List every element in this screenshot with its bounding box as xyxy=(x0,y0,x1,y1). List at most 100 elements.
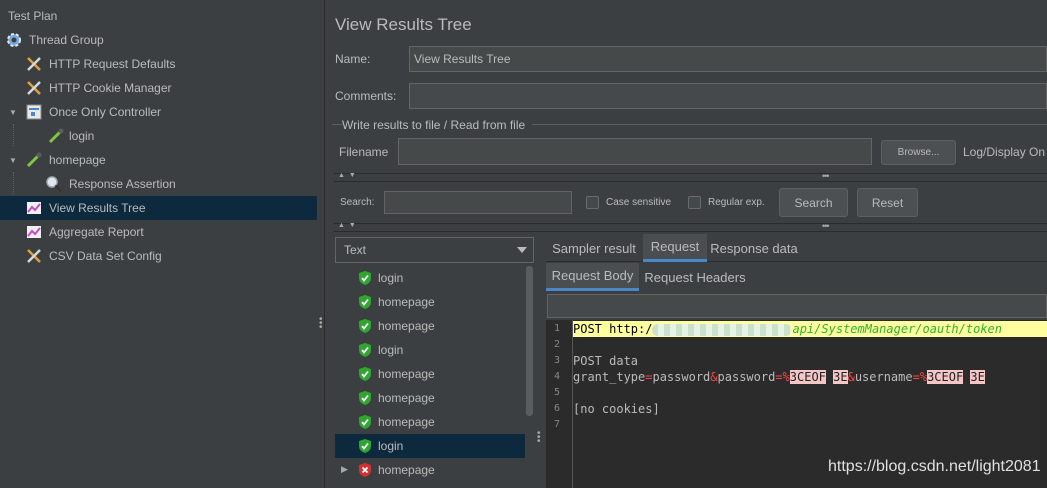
name-label: Name: xyxy=(335,52,371,66)
result-label: login xyxy=(378,271,404,285)
code-line: [no cookies] xyxy=(573,402,660,416)
renderer-select[interactable]: Text xyxy=(335,237,534,263)
wrench-icon xyxy=(25,79,43,97)
request-subtabs: Request Body Request Headers xyxy=(546,263,1047,291)
main-splitter[interactable]: • • • xyxy=(317,0,325,488)
collapse-arrows-icon[interactable]: ▲▼ xyxy=(338,222,360,229)
tree-item-label: homepage xyxy=(49,153,106,167)
code-text: POST http:/ xyxy=(573,322,653,336)
tab-sampler-result[interactable]: Sampler result xyxy=(546,234,642,262)
jmeter-window: Test Plan Thread Group HTTP Request Defa… xyxy=(0,0,1047,488)
list-item[interactable]: homepage xyxy=(335,386,525,410)
list-item[interactable]: homepage xyxy=(335,362,525,386)
success-shield-icon xyxy=(359,367,371,381)
error-shield-icon xyxy=(359,463,371,477)
success-shield-icon xyxy=(359,343,371,357)
line-number: 4 xyxy=(553,371,560,382)
results-splitter[interactable]: • • • xyxy=(534,234,544,488)
regular-exp-checkbox[interactable] xyxy=(688,196,701,209)
line-number: 3 xyxy=(553,355,560,366)
list-item[interactable]: homepage xyxy=(335,410,525,434)
chevron-down-icon[interactable]: ▼ xyxy=(8,156,18,165)
page-title: View Results Tree xyxy=(335,15,472,34)
tree-item-http-request-defaults[interactable]: HTTP Request Defaults xyxy=(0,52,317,76)
tree-item-aggregate-report[interactable]: Aggregate Report xyxy=(0,220,317,244)
chevron-down-icon[interactable]: ▼ xyxy=(8,108,18,117)
browse-button[interactable]: Browse... xyxy=(881,140,956,165)
wrench-icon xyxy=(25,55,43,73)
gear-icon xyxy=(5,31,23,49)
request-search-field[interactable] xyxy=(547,294,1047,318)
wrench-icon xyxy=(25,247,43,265)
chevron-right-icon[interactable]: ▶ xyxy=(341,464,348,475)
tree-item-label: CSV Data Set Config xyxy=(49,249,162,263)
reset-button[interactable]: Reset xyxy=(857,188,918,217)
tab-request[interactable]: Request xyxy=(643,234,707,262)
results-scrollbar[interactable] xyxy=(525,264,534,488)
tab-request-body[interactable]: Request Body xyxy=(546,263,639,291)
search-button[interactable]: Search xyxy=(779,188,848,217)
scrollbar-thumb[interactable] xyxy=(526,266,533,416)
list-item[interactable]: ▶ homepage xyxy=(335,458,525,482)
group-border xyxy=(532,124,1047,125)
tree-item-http-cookie-manager[interactable]: HTTP Cookie Manager xyxy=(0,76,317,100)
tree-item-label: HTTP Request Defaults xyxy=(49,57,176,71)
result-label: login xyxy=(378,343,404,357)
view-results-tree-panel: View Results Tree Name: View Results Tre… xyxy=(326,0,1047,488)
tree-item-response-assertion[interactable]: Response Assertion xyxy=(0,172,317,196)
case-sensitive-label: Case sensitive xyxy=(606,197,672,208)
code-line: POST data xyxy=(573,354,639,368)
filename-label: Filename xyxy=(339,145,389,159)
comments-field[interactable] xyxy=(409,83,1047,109)
tab-request-headers[interactable]: Request Headers xyxy=(642,263,748,291)
success-shield-icon xyxy=(359,439,371,453)
splitter-grip-icon: • • • xyxy=(537,428,541,447)
divider-grip-icon: ••• xyxy=(822,171,830,181)
test-plan-tree: Test Plan Thread Group HTTP Request Defa… xyxy=(0,0,317,488)
pipette-icon xyxy=(25,151,43,169)
tree-item-label: Test Plan xyxy=(8,9,58,23)
line-number: 2 xyxy=(553,339,560,350)
section-divider[interactable]: ▲▼ ••• xyxy=(334,171,1047,182)
success-shield-icon xyxy=(359,295,371,309)
list-item[interactable]: homepage xyxy=(335,290,525,314)
tree-item-label: Response Assertion xyxy=(69,177,176,191)
case-sensitive-checkbox[interactable] xyxy=(586,196,599,209)
write-results-title: Write results to file / Read from file xyxy=(342,118,526,132)
tree-item-login[interactable]: login xyxy=(0,124,317,148)
tab-response-data[interactable]: Response data xyxy=(708,234,800,262)
code-highlight: 3CEOF xyxy=(789,370,826,384)
tree-item-label: Thread Group xyxy=(29,33,104,47)
line-number-gutter: 1 2 3 4 5 6 7 xyxy=(546,320,573,488)
filename-field[interactable] xyxy=(398,138,872,165)
result-label: homepage xyxy=(378,295,435,309)
renderer-select-value: Text xyxy=(344,243,367,257)
tree-item-label: login xyxy=(69,129,95,143)
tree-item-thread-group[interactable]: Thread Group xyxy=(0,28,317,52)
collapse-arrows-icon[interactable]: ▲▼ xyxy=(338,172,360,179)
section-divider[interactable]: ▲▼ ••• xyxy=(334,221,1047,232)
result-tabs: Sampler result Request Response data xyxy=(546,234,1047,262)
tree-item-csv-data-set-config[interactable]: CSV Data Set Config xyxy=(0,244,317,268)
list-item[interactable]: homepage xyxy=(335,314,525,338)
regular-exp-label: Regular exp. xyxy=(708,197,765,208)
line-number: 6 xyxy=(553,403,560,414)
list-item[interactable]: login xyxy=(335,266,525,290)
list-item[interactable]: login xyxy=(335,338,525,362)
code-text: password xyxy=(717,370,776,384)
code-highlight: 3E xyxy=(970,370,985,384)
result-label: homepage xyxy=(378,415,435,429)
code-text: username xyxy=(854,370,913,384)
tree-item-test-plan[interactable]: Test Plan xyxy=(0,3,317,27)
line-number: 7 xyxy=(553,419,560,430)
name-field[interactable]: View Results Tree xyxy=(409,46,1047,72)
result-label: homepage xyxy=(378,463,435,477)
comments-label: Comments: xyxy=(335,89,397,103)
tree-item-label: HTTP Cookie Manager xyxy=(49,81,172,95)
tree-item-once-only-controller[interactable]: ▼ Once Only Controller xyxy=(0,100,317,124)
search-input[interactable] xyxy=(384,191,572,214)
tree-item-view-results-tree[interactable]: View Results Tree xyxy=(0,196,317,220)
tree-item-homepage[interactable]: ▼ homepage xyxy=(0,148,317,172)
list-item-selected[interactable]: login xyxy=(335,434,525,458)
chart-icon xyxy=(25,223,43,241)
